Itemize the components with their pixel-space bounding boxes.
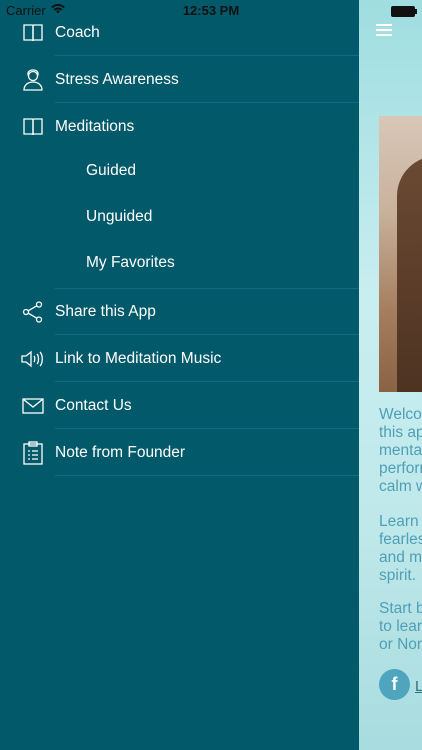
- facebook-link[interactable]: L: [415, 678, 422, 695]
- menu-item-note-from-founder[interactable]: Note from Founder: [0, 430, 359, 476]
- status-time: 12:53 PM: [182, 3, 240, 18]
- menu-item-meditation-music[interactable]: Link to Meditation Music: [0, 336, 359, 382]
- divider: [55, 475, 359, 476]
- menu-item-label: Contact Us: [55, 397, 132, 414]
- clipboard-icon: [21, 441, 45, 465]
- status-bar: Carrier 12:53 PM: [0, 0, 422, 20]
- menu-item-label: Link to Meditation Music: [55, 350, 222, 367]
- menu-item-guided[interactable]: Guided: [0, 148, 359, 194]
- menu-item-label: Unguided: [86, 208, 153, 225]
- divider: [55, 381, 359, 382]
- learn-paragraph: Learn h fearles and ma spirit.: [379, 513, 422, 584]
- menu-item-label: Meditations: [55, 118, 135, 135]
- divider: [55, 334, 359, 335]
- share-icon: [21, 300, 45, 324]
- menu-item-meditations[interactable]: Meditations: [0, 104, 359, 150]
- menu-icon[interactable]: [376, 24, 392, 36]
- welcome-paragraph: Welcor this ap mental perforn calm w: [379, 406, 422, 495]
- side-drawer: Coach Stress Awareness Meditations Guide…: [0, 0, 359, 750]
- book-icon: [21, 115, 45, 139]
- facebook-icon[interactable]: f: [379, 669, 410, 700]
- menu-item-label: Stress Awareness: [55, 71, 179, 88]
- main-content: Welcor this ap mental perforn calm w Lea…: [359, 0, 422, 750]
- menu-item-label: Share this App: [55, 303, 156, 320]
- menu-item-contact-us[interactable]: Contact Us: [0, 383, 359, 429]
- menu-item-label: My Favorites: [86, 254, 175, 271]
- book-icon: [21, 21, 45, 45]
- battery-icon: [391, 6, 417, 17]
- menu-item-share-app[interactable]: Share this App: [0, 289, 359, 335]
- menu-item-label: Note from Founder: [55, 444, 186, 461]
- menu-item-label: Guided: [86, 162, 136, 179]
- speaker-icon: [21, 347, 45, 371]
- menu-item-unguided[interactable]: Unguided: [0, 194, 359, 240]
- head-icon: [21, 68, 45, 92]
- divider: [55, 102, 359, 103]
- menu-item-label: Coach: [55, 24, 100, 41]
- divider: [55, 55, 359, 56]
- divider: [55, 428, 359, 429]
- menu-item-stress-awareness[interactable]: Stress Awareness: [0, 57, 359, 103]
- founder-photo: [379, 116, 422, 392]
- start-paragraph: Start b to learr or Non: [379, 600, 422, 653]
- envelope-icon: [21, 394, 45, 418]
- menu-item-my-favorites[interactable]: My Favorites: [0, 240, 359, 289]
